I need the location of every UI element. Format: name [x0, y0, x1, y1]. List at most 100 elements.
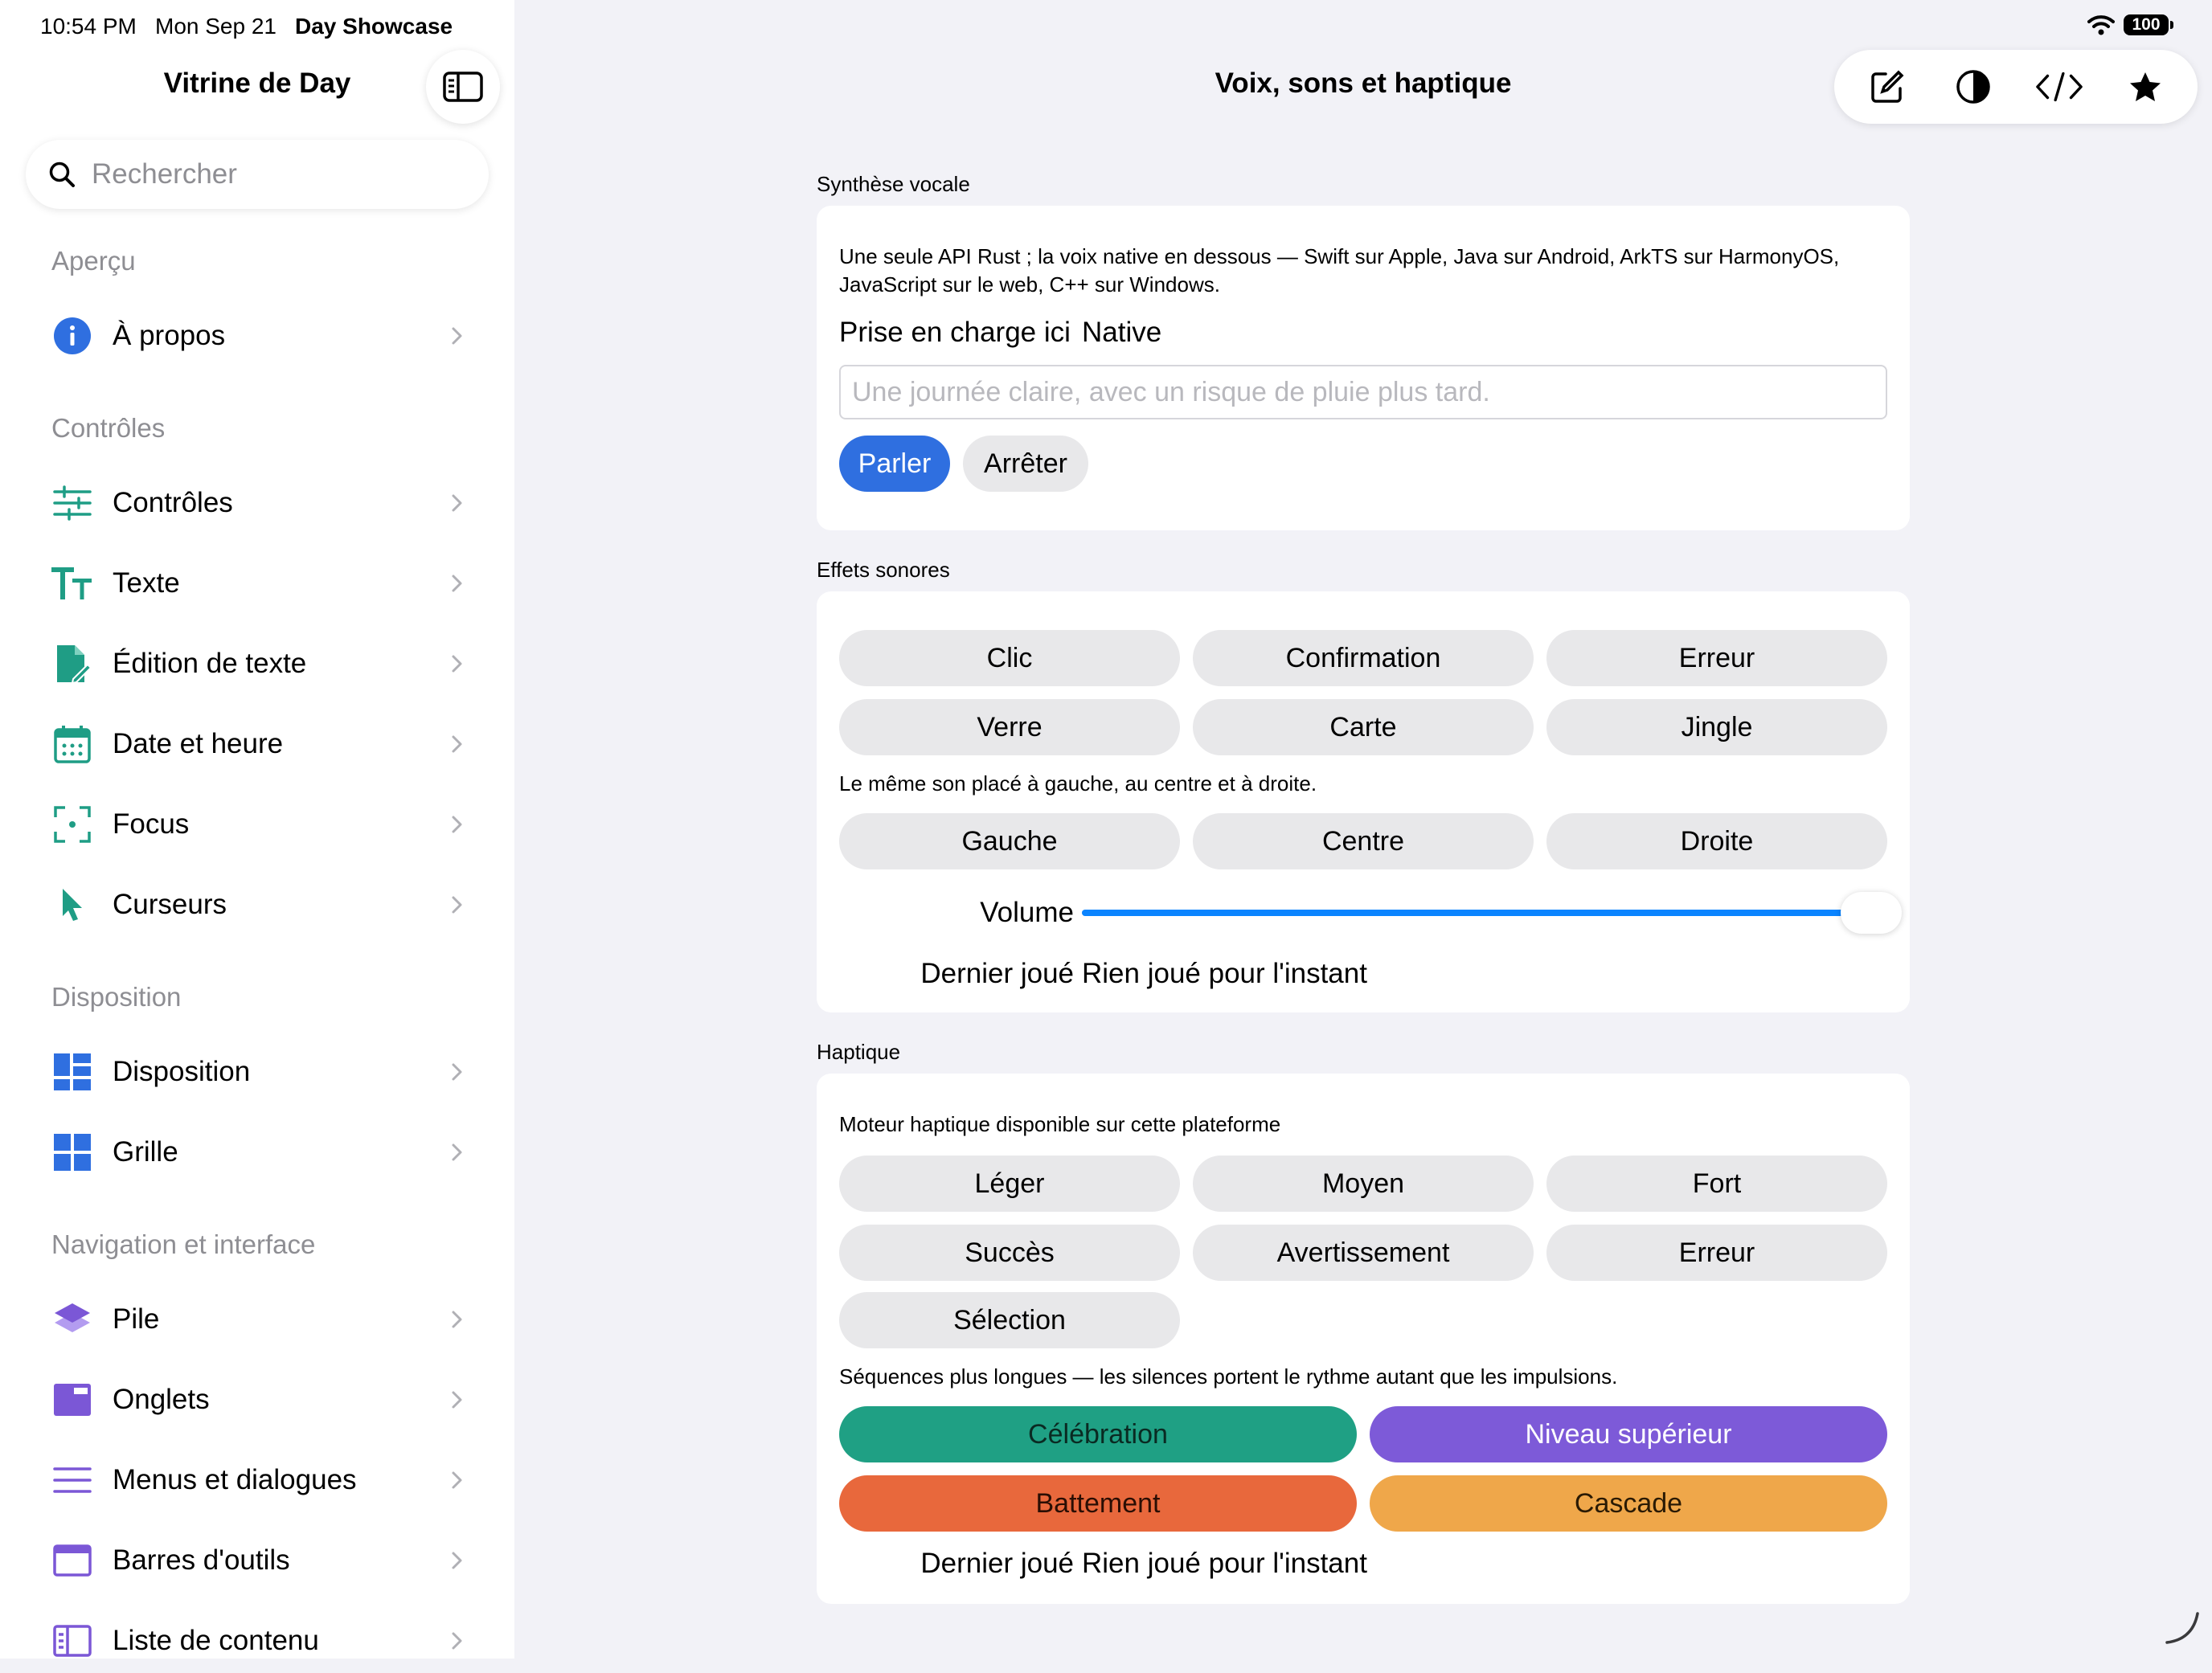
sidebar-item-label: Date et heure [113, 728, 284, 759]
chevron-right-icon [452, 816, 462, 833]
support-value: Native [1082, 317, 1162, 348]
sidebar-item-menus-et-dialogues[interactable]: Menus et dialogues [32, 1448, 482, 1512]
sidebar-item-grille[interactable]: Grille [32, 1120, 482, 1184]
sound-click-button[interactable]: Clic [839, 630, 1180, 686]
sidebar-item-pile[interactable]: Pile [32, 1287, 482, 1352]
chevron-right-icon [452, 1471, 462, 1489]
search-input[interactable] [90, 157, 463, 191]
sound-glass-button[interactable]: Verre [839, 699, 1180, 755]
sidebar: Vitrine de Day Aperçu À propos Contrôles [0, 0, 514, 1659]
sidebar-toggle-button[interactable] [426, 50, 500, 124]
sliders-icon [51, 482, 93, 524]
haptic-light-button[interactable]: Léger [839, 1156, 1180, 1212]
sidebar-item-label: Contrôles [113, 487, 233, 518]
pan-right-button[interactable]: Droite [1546, 813, 1887, 869]
chevron-right-icon [452, 494, 462, 512]
haptic-medium-button[interactable]: Moyen [1193, 1156, 1534, 1212]
haptic-selection-button[interactable]: Sélection [839, 1292, 1180, 1348]
sound-confirmation-button[interactable]: Confirmation [1193, 630, 1534, 686]
sidebar-item-disposition[interactable]: Disposition [32, 1040, 482, 1104]
tabs-icon [51, 1379, 93, 1421]
code-icon [2035, 72, 2083, 102]
sidebar-item-label: Menus et dialogues [113, 1464, 357, 1495]
search-field[interactable] [26, 140, 489, 209]
sequence-heartbeat-button[interactable]: Battement [839, 1475, 1357, 1532]
chevron-right-icon [452, 896, 462, 914]
chevron-right-icon [452, 327, 462, 345]
page-title-text: Voix, sons et haptique [1215, 67, 1512, 99]
section-header-apercu: Aperçu [51, 246, 136, 276]
contrast-icon [1956, 70, 1990, 104]
haptic-strong-button[interactable]: Fort [1546, 1156, 1887, 1212]
sidebar-item-onglets[interactable]: Onglets [32, 1368, 482, 1432]
sounds-last-played-value: Rien joué pour l'instant [1082, 958, 1367, 989]
sidebar-item-label: Curseurs [113, 889, 227, 920]
sidebar-item-texte[interactable]: Texte [32, 551, 482, 616]
sound-error-button[interactable]: Erreur [1546, 630, 1887, 686]
stop-button[interactable]: Arrêter [963, 436, 1088, 492]
sidebar-item-barres-d-outils[interactable]: Barres d'outils [32, 1528, 482, 1593]
sidebar-item-focus[interactable]: Focus [32, 792, 482, 857]
volume-slider-fill [1082, 910, 1884, 916]
status-bar: 10:54 PM Mon Sep 21 Day Showcase 100 [0, 0, 2212, 51]
layout-icon [51, 1051, 93, 1093]
sidebar-item-label: Onglets [113, 1384, 210, 1415]
favorite-button[interactable] [2121, 63, 2169, 111]
sidebar-item-label: Édition de texte [113, 648, 307, 679]
search-icon [49, 162, 75, 187]
volume-slider[interactable] [1082, 892, 1902, 934]
sounds-card: Clic Confirmation Erreur Verre Carte Jin… [817, 591, 1910, 1012]
sidebar-item-label: À propos [113, 320, 226, 351]
sounds-section-label: Effets sonores [817, 558, 950, 582]
wifi-icon [2087, 15, 2115, 35]
resize-handle-icon[interactable] [2162, 1607, 2201, 1646]
haptics-description: Moteur haptique disponible sur cette pla… [839, 1112, 1281, 1136]
section-header-disposition: Disposition [51, 982, 182, 1012]
haptic-success-button[interactable]: Succès [839, 1225, 1180, 1281]
grid-icon [51, 1131, 93, 1173]
stack-icon [51, 1299, 93, 1340]
sequence-level-up-button[interactable]: Niveau supérieur [1370, 1406, 1887, 1462]
sidebar-item-curseurs[interactable]: Curseurs [32, 873, 482, 937]
sidebar-item-liste-de-contenu[interactable]: Liste de contenu [32, 1609, 482, 1673]
sound-jingle-button[interactable]: Jingle [1546, 699, 1887, 755]
speech-text-input[interactable] [839, 365, 1887, 419]
speak-button[interactable]: Parler [839, 436, 950, 492]
chevron-right-icon [452, 1552, 462, 1569]
volume-slider-thumb[interactable] [1841, 892, 1902, 934]
toolbar-window-icon [51, 1540, 93, 1581]
haptic-warning-button[interactable]: Avertissement [1193, 1225, 1534, 1281]
document-edit-icon [51, 643, 93, 685]
status-time: 10:54 PM [40, 14, 137, 39]
status-app-name: Day Showcase [295, 14, 453, 39]
volume-label: Volume [980, 897, 1074, 928]
chevron-right-icon [452, 1063, 462, 1081]
contrast-button[interactable] [1949, 63, 1997, 111]
sequence-celebration-button[interactable]: Célébration [839, 1406, 1357, 1462]
sequence-cascade-button[interactable]: Cascade [1370, 1475, 1887, 1532]
sidebar-item-edition-de-texte[interactable]: Édition de texte [32, 632, 482, 696]
sidebar-item-label: Barres d'outils [113, 1544, 290, 1576]
haptic-error-button[interactable]: Erreur [1546, 1225, 1887, 1281]
chevron-right-icon [452, 1391, 462, 1409]
sidebar-item-a-propos[interactable]: À propos [32, 304, 482, 368]
sidebar-item-label: Grille [113, 1136, 178, 1168]
sequence-description: Séquences plus longues — les silences po… [839, 1364, 1618, 1389]
sidebar-item-label: Pile [113, 1303, 160, 1335]
cursor-icon [51, 884, 93, 926]
chevron-right-icon [452, 735, 462, 753]
compose-button[interactable] [1863, 63, 1911, 111]
sidebar-item-controles[interactable]: Contrôles [32, 471, 482, 535]
pan-left-button[interactable]: Gauche [839, 813, 1180, 869]
sidebar-item-date-et-heure[interactable]: Date et heure [32, 712, 482, 776]
menu-lines-icon [51, 1459, 93, 1501]
support-label: Prise en charge ici [839, 317, 1071, 348]
compose-icon [1870, 70, 1903, 103]
sidebar-item-label: Disposition [113, 1056, 251, 1087]
text-size-icon [51, 562, 93, 604]
list-content-icon [51, 1620, 93, 1662]
sound-card-button[interactable]: Carte [1193, 699, 1534, 755]
code-button[interactable] [2035, 63, 2083, 111]
pan-center-button[interactable]: Centre [1193, 813, 1534, 869]
haptics-section-label: Haptique [817, 1040, 901, 1064]
